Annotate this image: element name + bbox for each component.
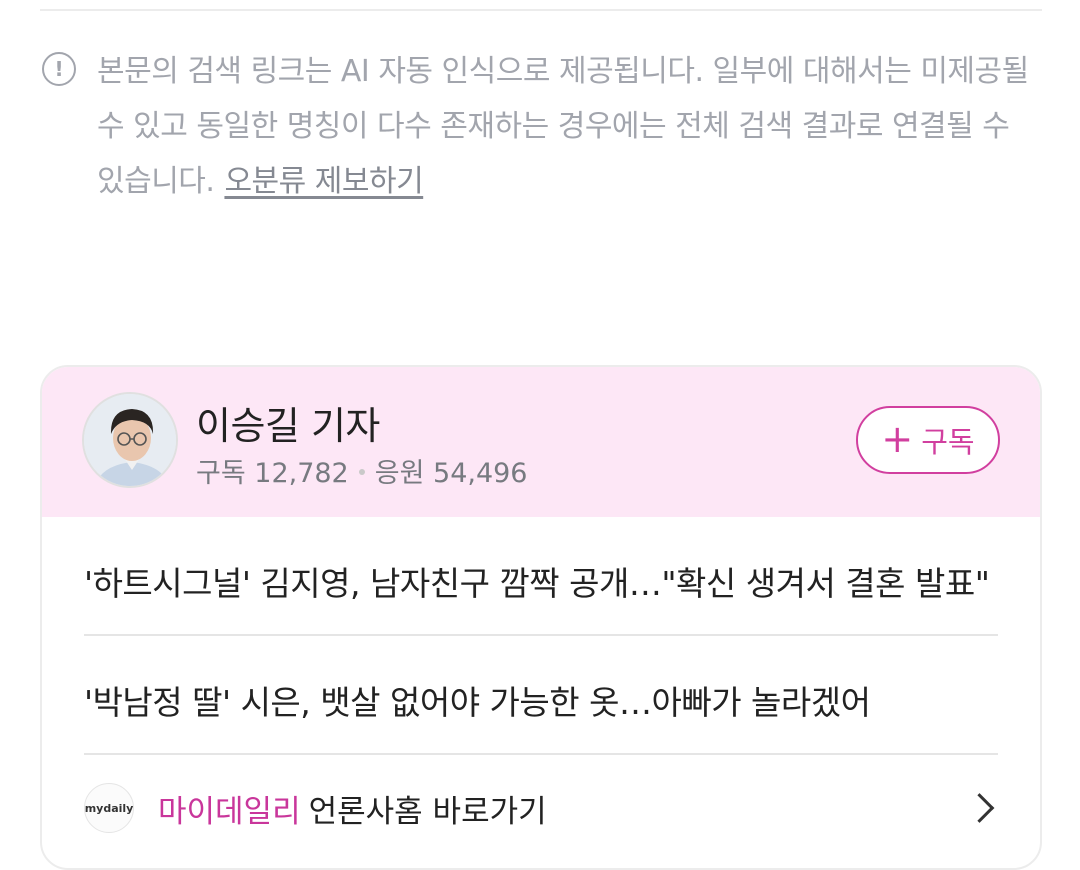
avatar[interactable] [82, 392, 178, 488]
subscriber-count: 구독 12,782 [196, 458, 349, 489]
subscribe-button[interactable]: + 구독 [856, 406, 1000, 474]
reporter-card: 이승길 기자 구독 12,782 응원 54,496 + 구독 '하트시그널' 김… [40, 365, 1042, 870]
press-logo: mydaily [84, 783, 134, 833]
separator-dot [358, 468, 365, 475]
reporter-stats: 구독 12,782 응원 54,496 [196, 451, 528, 490]
article-title: '하트시그널' 김지영, 남자친구 깜짝 공개…"확신 생겨서 결혼 발표" [84, 563, 990, 603]
notice-text-block: 본문의 검색 링크는 AI 자동 인식으로 제공됩니다. 일부에 대해서는 미제… [97, 44, 1042, 209]
chevron-right-icon [964, 793, 995, 823]
article-item[interactable]: '박남정 딸' 시은, 뱃살 없어야 가능한 옷…아빠가 놀라겠어 [84, 636, 998, 755]
article-title: '박남정 딸' 시은, 뱃살 없어야 가능한 옷…아빠가 놀라겠어 [84, 682, 871, 722]
reporter-name[interactable]: 이승길 기자 [196, 395, 380, 450]
ai-link-notice: ! 본문의 검색 링크는 AI 자동 인식으로 제공됩니다. 일부에 대해서는 … [42, 44, 1042, 209]
press-home-label: 언론사홈 바로가기 [308, 793, 547, 830]
press-name: 마이데일리 [158, 793, 301, 830]
article-item[interactable]: '하트시그널' 김지영, 남자친구 깜짝 공개…"확신 생겨서 결혼 발표" [84, 517, 998, 636]
top-divider [40, 9, 1042, 11]
cheer-count: 응원 54,496 [374, 458, 528, 489]
press-logo-text: mydaily [84, 801, 134, 815]
reporter-header: 이승길 기자 구독 12,782 응원 54,496 + 구독 [42, 367, 1040, 517]
report-misclassification-link[interactable]: 오분류 제보하기 [224, 164, 423, 199]
exclamation-circle-icon: ! [42, 52, 76, 86]
plus-icon: + [881, 416, 914, 461]
press-home-link[interactable]: mydaily 마이데일리 언론사홈 바로가기 [84, 755, 998, 861]
subscribe-label: 구독 [921, 425, 975, 459]
article-list: '하트시그널' 김지영, 남자친구 깜짝 공개…"확신 생겨서 결혼 발표" '… [84, 517, 998, 861]
